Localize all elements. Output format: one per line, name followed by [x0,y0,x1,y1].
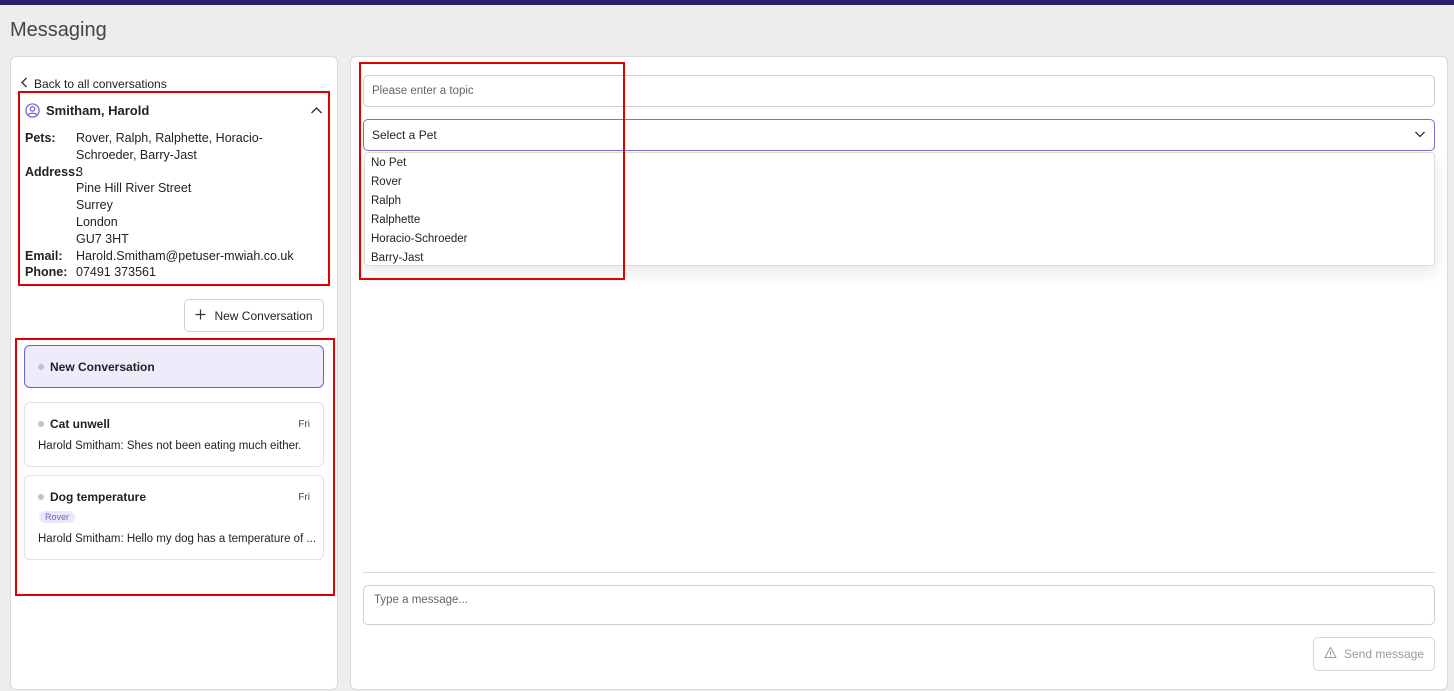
client-header[interactable]: Smitham, Harold [25,100,323,120]
pet-option-ralph[interactable]: Ralph [365,192,1434,211]
pets-line: Schroeder, Barry-Jast [76,147,197,162]
pet-option-ralphette[interactable]: Ralphette [365,211,1434,230]
chevron-up-icon[interactable] [310,104,323,117]
address-line: 3 [76,164,83,179]
pet-option-no-pet[interactable]: No Pet [365,154,1434,173]
client-details: Pets: Rover, Ralph, Ralphette, Horacio- … [25,130,325,281]
conversation-title: Cat unwell [50,417,111,431]
warning-icon [1324,646,1337,662]
user-circle-icon [25,102,40,118]
back-link-label: Back to all conversations [34,77,167,91]
message-input[interactable] [363,585,1435,625]
send-message-label: Send message [1343,647,1425,661]
page-title: Messaging [10,19,107,41]
conversation-preview: Harold Smitham: Hello my dog has a tempe… [38,533,317,545]
pet-option-barry-jast[interactable]: Barry-Jast [365,249,1434,268]
address-line: Surrey [76,198,113,213]
conversation-item-cat-unwell[interactable]: Cat unwell Fri Harold Smitham: Shes not … [24,402,324,467]
plus-icon [195,309,206,323]
compose-divider [363,572,1435,573]
topic-input[interactable] [363,75,1435,107]
pets-label: Pets: [25,131,56,145]
pets-row: Pets: Rover, Ralph, Ralphette, Horacio- … [25,130,325,164]
pet-select-dropdown[interactable]: Select a Pet [363,119,1435,151]
status-dot [38,364,44,370]
phone-value: 07491 373561 [76,265,156,280]
pet-select-value: Select a Pet [372,128,437,142]
new-conversation-label: New Conversation [214,308,313,323]
email-label: Email: [25,248,63,263]
address-line: Pine Hill River Street [76,181,192,196]
status-dot [38,494,44,500]
pet-option-rover[interactable]: Rover [365,173,1434,192]
email-row: Email: Harold.Smitham@petuser-mwiah.co.u… [25,248,325,265]
send-message-button[interactable]: Send message [1313,637,1435,671]
address-line: London [76,214,118,229]
phone-label: Phone: [25,265,68,280]
conversation-preview: Harold Smitham: Shes not been eating muc… [38,440,302,452]
chevron-down-icon [1414,128,1426,143]
pet-option-horacio-schroeder[interactable]: Horacio-Schroeder [365,230,1434,249]
status-dot [38,421,44,427]
new-conversation-button[interactable]: New Conversation [184,299,324,332]
address-value: 3 Pine Hill River Street Surrey London G… [76,164,325,248]
conversation-day: Fri [298,419,310,430]
pet-tag: Rover [39,511,76,523]
address-label: Address: [25,164,80,179]
chevron-left-icon [20,77,29,91]
pets-value: Rover, Ralph, Ralphette, Horacio- Schroe… [76,130,325,164]
email-value: Harold.Smitham@petuser-mwiah.co.uk [76,248,294,263]
pet-options-list: No Pet Rover Ralph Ralphette Horacio-Sch… [364,152,1435,266]
top-accent-bar [0,0,1454,5]
client-name: Smitham, Harold [46,102,150,118]
pets-line: Rover, Ralph, Ralphette, Horacio- [76,131,263,145]
conversation-day: Fri [298,492,310,503]
back-to-conversations-link[interactable]: Back to all conversations [20,77,167,91]
conversation-item-dog-temperature[interactable]: Dog temperature Fri Rover Harold Smitham… [24,475,324,560]
address-line: GU7 3HT [76,231,129,246]
address-row: Address: 3 Pine Hill River Street Surrey… [25,164,325,248]
phone-row: Phone: 07491 373561 [25,264,325,281]
conversation-title: Dog temperature [50,490,147,504]
conversation-title: New Conversation [50,360,155,374]
conversation-item-new[interactable]: New Conversation [24,345,324,388]
